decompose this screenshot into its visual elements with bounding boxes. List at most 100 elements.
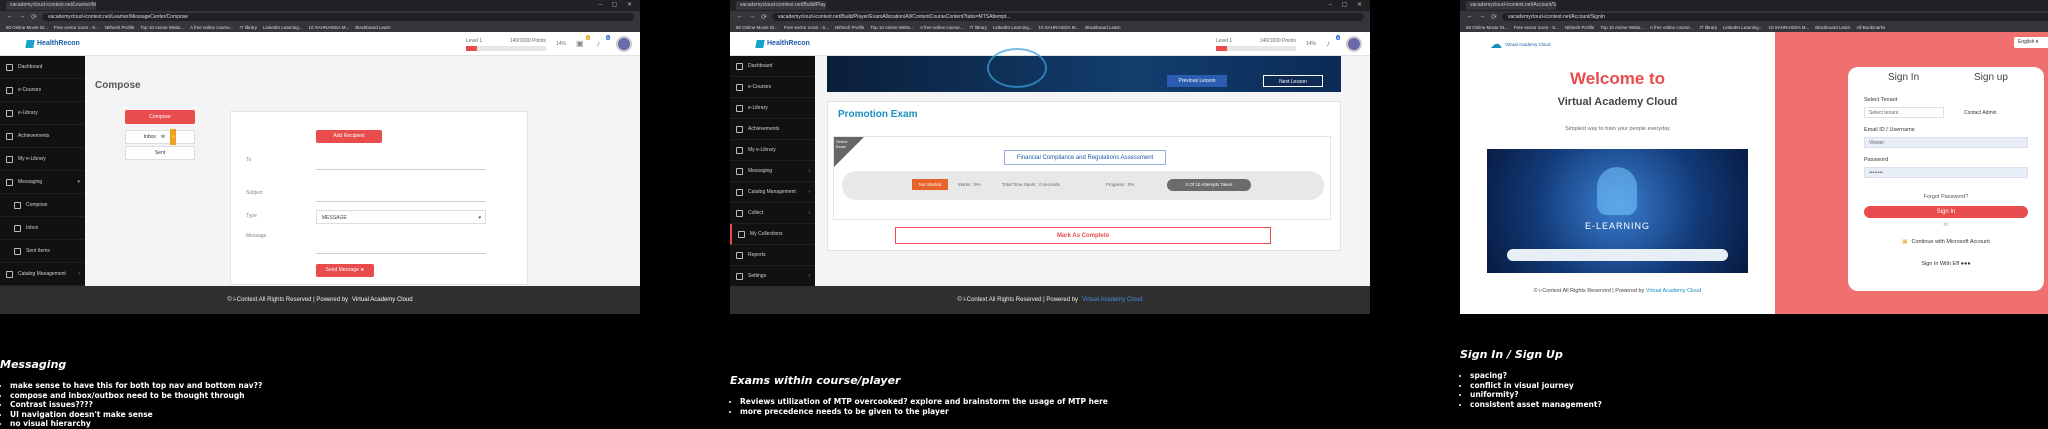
- bookmark[interactable]: Nithesh Profile: [1565, 25, 1594, 30]
- language-select[interactable]: English ▾: [2014, 37, 2048, 48]
- bookmark[interactable]: IT library: [1700, 25, 1717, 30]
- browser-tab[interactable]: vacademycloud-icontext.net/Build/Player/…: [736, 1, 826, 10]
- microsoft-signin-button[interactable]: ▦ Continue with Microsoft Account: [1848, 239, 2044, 245]
- bookmark[interactable]: All Bookmarks: [1857, 25, 1886, 30]
- bookmark[interactable]: IT library: [970, 25, 987, 30]
- back-icon[interactable]: ←: [6, 13, 14, 20]
- sidebar-item-compose[interactable]: Compose: [0, 194, 85, 217]
- exam-course-name[interactable]: Financial Compliance and Regulations Ass…: [1004, 150, 1166, 165]
- sidebar-item-e-library[interactable]: e-Library: [0, 102, 85, 125]
- sidebar-item-dashboard[interactable]: Dashboard: [0, 56, 85, 79]
- bookmark[interactable]: 10 SAHRASIDA M...: [309, 25, 350, 30]
- bookmark[interactable]: Free vector icons - S...: [784, 25, 829, 30]
- send-message-button[interactable]: Send Message ➤: [316, 264, 374, 277]
- bookmark[interactable]: Blackboard Learn: [1815, 25, 1850, 30]
- type-select[interactable]: MESSAGE ▾: [316, 210, 486, 224]
- back-icon[interactable]: ←: [736, 13, 744, 20]
- forward-icon[interactable]: →: [18, 13, 26, 20]
- sidebar-item-e-library[interactable]: e-Library: [730, 98, 815, 119]
- bookmark[interactable]: Free vector icons - S...: [1514, 25, 1559, 30]
- window-controls[interactable]: – ▢ ✕: [1329, 1, 1366, 8]
- footer-link[interactable]: Virtual Academy Cloud: [352, 297, 413, 303]
- sidebar-item-messaging[interactable]: Messaging ▾: [0, 171, 85, 194]
- sidebar-item-dashboard[interactable]: Dashboard: [730, 56, 815, 77]
- bookmark[interactable]: Nithesh Profile: [105, 25, 134, 30]
- sidebar-item-messaging[interactable]: Messaging ›: [730, 161, 815, 182]
- browser-tab[interactable]: vacademycloud-icontext.net/Account/SignI…: [1466, 1, 1556, 10]
- sidebar-item-collect[interactable]: Collect ›: [730, 203, 815, 224]
- tab-sign-up[interactable]: Sign up: [1974, 72, 2008, 83]
- message-field[interactable]: [316, 238, 486, 254]
- next-lesson-button[interactable]: Next Lesson: [1263, 75, 1323, 87]
- password-field[interactable]: ••••••••: [1864, 167, 2028, 178]
- bookmark[interactable]: A free online course...: [190, 25, 234, 30]
- address-bar[interactable]: vacademycloud-icontext.net/Account/SignI…: [1502, 12, 2048, 21]
- bookmark[interactable]: IT library: [240, 25, 257, 30]
- sidebar-item-sent-items[interactable]: Sent Items: [0, 240, 85, 263]
- bell-icon[interactable]: ♪ 5: [596, 35, 610, 49]
- compose-button[interactable]: Compose: [125, 110, 195, 124]
- inbox-button[interactable]: Inbox ✉ 0: [125, 129, 195, 145]
- bookmark[interactable]: Free vector icons - S...: [54, 25, 99, 30]
- forgot-password-link[interactable]: Forgot Password?: [1848, 194, 2044, 200]
- sidebar-item-settings[interactable]: Settings ›: [730, 266, 815, 287]
- bookmark[interactable]: 60 Online Movie St...: [736, 25, 778, 30]
- bookmark[interactable]: 60 Online Movie St...: [1466, 25, 1508, 30]
- cart-icon[interactable]: ▣ 0: [576, 35, 590, 49]
- to-field[interactable]: [316, 154, 486, 170]
- reload-icon[interactable]: ⟳: [30, 13, 38, 21]
- bookmark[interactable]: A free online course...: [920, 25, 964, 30]
- mark-as-complete-button[interactable]: Mark As Complete: [895, 227, 1271, 244]
- bookmark[interactable]: 60 Online Movie St...: [6, 25, 48, 30]
- bookmark[interactable]: Nithesh Profile: [835, 25, 864, 30]
- sent-button[interactable]: Sent: [125, 146, 195, 160]
- bookmark[interactable]: LinkedIn Learning...: [263, 25, 303, 30]
- address-bar[interactable]: vacademycloud-icontext.net/Learner/Messa…: [42, 12, 634, 21]
- forward-icon[interactable]: →: [1478, 13, 1486, 20]
- app-logo[interactable]: HealthRecon: [755, 39, 810, 48]
- back-icon[interactable]: ←: [1466, 13, 1474, 20]
- forward-icon[interactable]: →: [748, 13, 756, 20]
- bookmark[interactable]: 10 SAHRASIDA M...: [1039, 25, 1080, 30]
- window-controls[interactable]: – ▢ ✕: [599, 1, 636, 8]
- bookmark[interactable]: Top 10 Anime Webs...: [870, 25, 914, 30]
- reload-icon[interactable]: ⟳: [1490, 13, 1498, 21]
- signin-with-ef-link[interactable]: Sign In With Eff ●●●: [1848, 261, 2044, 267]
- sign-in-button[interactable]: Sign In: [1864, 206, 2028, 218]
- previous-lesson-button[interactable]: Previous Lesson: [1167, 75, 1227, 87]
- address-bar[interactable]: vacademycloud-icontext.net/Build/Player/…: [772, 12, 1364, 21]
- sidebar-item-e-courses[interactable]: e-Courses: [0, 79, 85, 102]
- bookmark[interactable]: Blackboard Learn: [355, 25, 390, 30]
- bookmark[interactable]: A free online course...: [1650, 25, 1694, 30]
- bookmark[interactable]: Top 10 Anime Webs...: [1600, 25, 1644, 30]
- sidebar-item-my-e-library[interactable]: My e-Library: [730, 140, 815, 161]
- bookmark[interactable]: LinkedIn Learning...: [1723, 25, 1763, 30]
- sidebar-item-e-courses[interactable]: e-Courses: [730, 77, 815, 98]
- browser-tab[interactable]: vacademycloud-icontext.net/Learner/Messa…: [6, 1, 96, 10]
- bookmark[interactable]: 10 SAHRASIDA M...: [1769, 25, 1810, 30]
- tab-sign-in[interactable]: Sign In: [1888, 72, 1919, 83]
- tenant-select[interactable]: Select tenant: [1864, 107, 1944, 118]
- bookmark[interactable]: Top 10 Anime Webs...: [140, 25, 184, 30]
- sidebar-item-achievements[interactable]: Achievements: [730, 119, 815, 140]
- sidebar-item-my-collections[interactable]: My Collections: [730, 224, 815, 245]
- app-logo[interactable]: HealthRecon: [25, 39, 80, 48]
- sidebar-item-reports[interactable]: Reports: [730, 245, 815, 266]
- sidebar-item-achievements[interactable]: Achievements: [0, 125, 85, 148]
- avatar[interactable]: [1346, 36, 1362, 52]
- avatar[interactable]: [616, 36, 632, 52]
- sidebar-item-my-e-library[interactable]: My e-Library: [0, 148, 85, 171]
- reload-icon[interactable]: ⟳: [760, 13, 768, 21]
- contact-admin-link[interactable]: Contact Admin: [1964, 110, 1997, 116]
- bookmark[interactable]: Blackboard Learn: [1085, 25, 1120, 30]
- bookmark[interactable]: LinkedIn Learning...: [993, 25, 1033, 30]
- add-recipient-button[interactable]: Add Recipient: [316, 130, 382, 143]
- subject-field[interactable]: [316, 186, 486, 202]
- footer-link[interactable]: Virtual Academy Cloud: [1646, 288, 1702, 294]
- bell-icon[interactable]: ♪ 5: [1326, 35, 1340, 49]
- sidebar-item-catalog-management[interactable]: Catalog Management ›: [730, 182, 815, 203]
- sidebar-item-catalog-management[interactable]: Catalog Management ›: [0, 263, 85, 286]
- email-field[interactable]: Viewer: [1864, 137, 2028, 148]
- sidebar-item-inbox[interactable]: Inbox: [0, 217, 85, 240]
- footer-link[interactable]: Virtual Academy Cloud: [1082, 297, 1143, 303]
